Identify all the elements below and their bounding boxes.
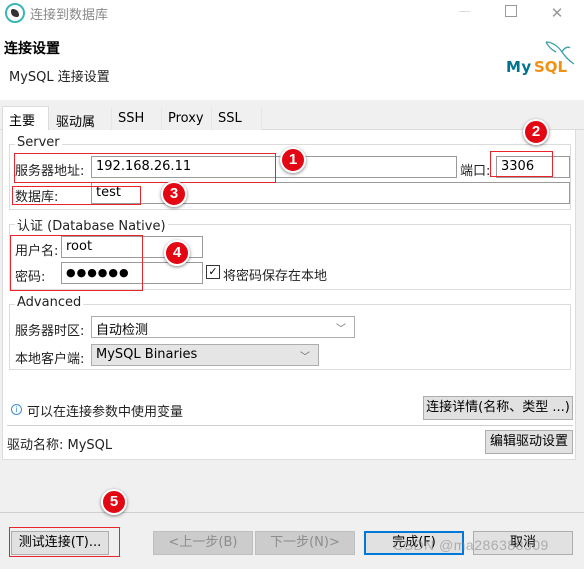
dialog-header: 连接设置 MySQL 连接设置 My SQL (0, 28, 584, 100)
dbeaver-app-icon (5, 3, 25, 23)
tab-proxy[interactable]: Proxy (162, 108, 212, 132)
timezone-select[interactable]: 自动检测 ﹀ (91, 316, 355, 338)
port-input[interactable]: 3306 (496, 156, 570, 178)
local-client-label: 本地客户端: (15, 352, 85, 367)
save-password-label[interactable]: 将密码保存在本地 (223, 265, 327, 284)
tab-content-main: Server 服务器地址: 192.168.26.11 端口: 3306 数据库… (2, 130, 576, 460)
page-subtitle: MySQL 连接设置 (9, 70, 110, 85)
logo-sql: SQL (534, 58, 568, 76)
annotation-badge-2: 2 (523, 119, 549, 145)
tab-strip: 主要 驱动属性 SSH Proxy SSL (0, 104, 584, 149)
local-client-value: MySQL Binaries (96, 347, 198, 362)
host-input[interactable]: 192.168.26.11 (91, 156, 457, 178)
database-label: 数据库: (15, 190, 59, 205)
window-title: 连接到数据库 (30, 8, 109, 23)
title-bar: 连接到数据库 ✕ (0, 0, 584, 28)
next-button[interactable]: 下一步(N)> (255, 531, 355, 555)
watermark: CSDN @ma286388309 (393, 537, 549, 553)
info-icon: i (11, 404, 22, 415)
password-label: 密码: (15, 270, 46, 285)
close-button[interactable]: ✕ (534, 0, 580, 28)
minimize-button[interactable] (442, 0, 488, 28)
password-input[interactable]: ●●●●●● (61, 262, 203, 284)
variables-hint: 可以在连接参数中使用变量 (27, 405, 184, 420)
host-label: 服务器地址: (15, 164, 85, 179)
advanced-group-label: Advanced (15, 295, 84, 310)
test-connection-button[interactable]: 测试连接(T)... (11, 531, 109, 555)
maximize-button[interactable] (488, 0, 534, 28)
timezone-value: 自动检测 (96, 323, 149, 338)
local-client-select[interactable]: MySQL Binaries ﹀ (91, 344, 319, 366)
connection-details-button[interactable]: 连接详情(名称、类型 ...) (423, 396, 573, 420)
annotation-badge-3: 3 (161, 181, 187, 207)
driver-name-label: 驱动名称: MySQL (7, 438, 113, 453)
annotation-badge-4: 4 (164, 240, 190, 266)
footer-divider (0, 512, 584, 513)
edit-driver-button[interactable]: 编辑驱动设置 (485, 430, 573, 454)
back-button[interactable]: <上一步(B) (153, 531, 253, 555)
port-label: 端口: (460, 164, 491, 179)
tab-ssh[interactable]: SSH (112, 108, 162, 132)
tab-ssl[interactable]: SSL (212, 108, 262, 132)
annotation-badge-1: 1 (280, 147, 306, 173)
annotation-badge-5: 5 (101, 489, 127, 515)
server-group-label: Server (15, 135, 62, 150)
timezone-label: 服务器时区: (15, 324, 85, 339)
chevron-down-icon: ﹀ (336, 324, 346, 335)
save-password-checkbox[interactable]: ✓ (206, 265, 220, 279)
mysql-logo: My SQL (506, 40, 576, 84)
divider (7, 425, 573, 426)
auth-group-label: 认证 (Database Native) (15, 215, 168, 234)
logo-my: My (506, 58, 532, 76)
chevron-down-icon: ﹀ (300, 352, 310, 363)
username-label: 用户名: (15, 244, 59, 259)
tab-driver-properties[interactable]: 驱动属性 (50, 108, 112, 149)
tab-main[interactable]: 主要 (2, 106, 49, 132)
page-title: 连接设置 (4, 41, 60, 57)
